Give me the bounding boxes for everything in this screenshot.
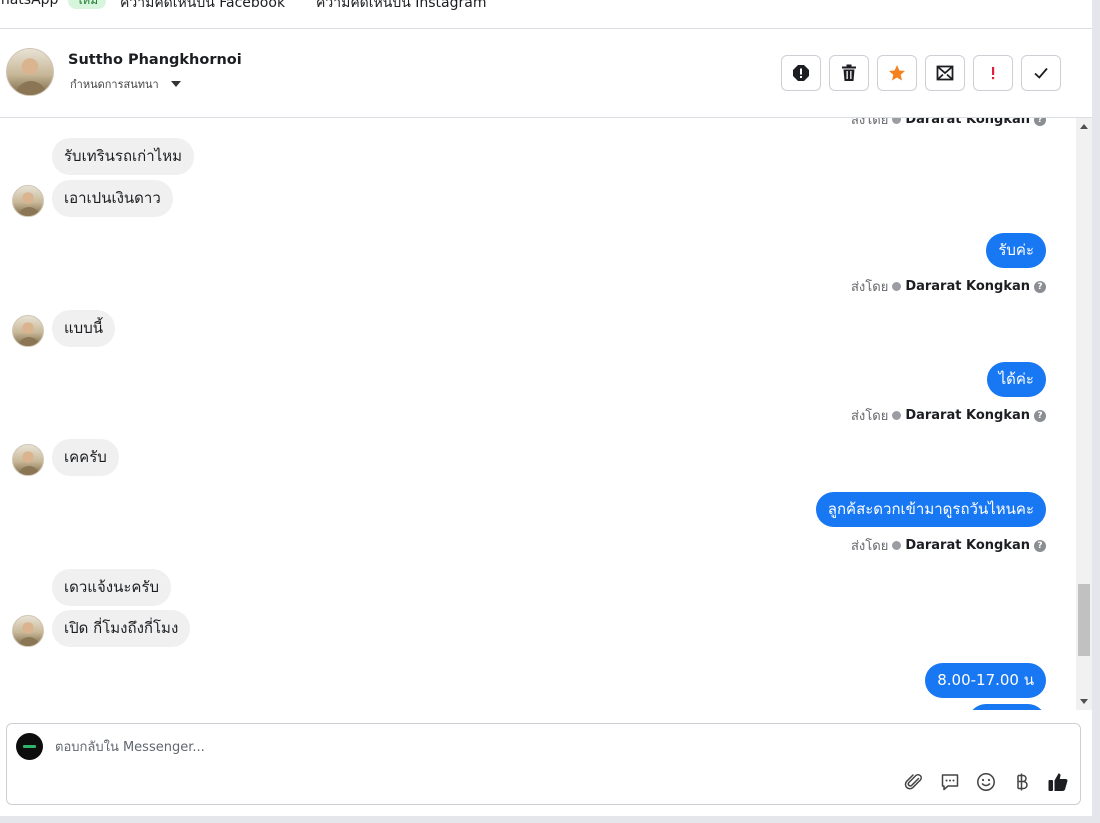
outgoing-message[interactable]: ได้ค่ะ [986,362,1046,397]
tab-instagram-comments[interactable]: ความคิดเห็นบน Instagram [316,0,487,14]
help-icon[interactable]: ? [1034,539,1046,552]
paperclip-icon [904,773,922,790]
incoming-message[interactable]: แบบนี้ [52,310,115,347]
exclamation-icon [992,67,995,80]
outgoing-message-partial [968,704,1046,710]
agent-name: Dararat Kongkan [905,408,1030,423]
sent-by-label: ส่งโดย Dararat Kongkan ? [851,405,1046,426]
sent-by-prefix: ส่งโดย [850,118,889,128]
saved-reply-icon [941,774,959,791]
sent-by-prefix: ส่งโดย [850,539,889,554]
contact-avatar-small [12,185,44,217]
header-actions [781,55,1061,91]
verified-icon [892,282,902,291]
scroll-thumb[interactable] [1078,584,1090,656]
contact-avatar-small [12,444,44,476]
verified-icon [892,541,902,550]
star-icon [889,65,905,81]
outgoing-message[interactable]: 8.00-17.00 น [925,663,1046,698]
baht-icon [1017,773,1028,791]
tab-label: ความคิดเห็นบน Instagram [316,0,487,11]
agent-name: Dararat Kongkan [905,118,1030,127]
mark-unread-button[interactable] [925,55,965,91]
like-button[interactable] [1046,770,1070,794]
payment-button[interactable] [1010,770,1034,794]
caret-down-icon [170,81,181,87]
sent-by-label: ส่งโดย Dararat Kongkan ? [851,535,1046,556]
assign-conversation-dropdown[interactable]: กำหนดการสนทนา [70,75,181,93]
mark-done-button[interactable] [1021,55,1061,91]
sent-by-prefix: ส่งโดย [850,280,889,295]
incoming-message[interactable]: เดวแจ้งนะครับ [52,569,171,606]
sent-by-label: ส่งโดย Dararat Kongkan ? [851,276,1046,297]
mark-important-button[interactable] [973,55,1013,91]
verified-icon [892,411,902,420]
help-icon[interactable]: ? [1034,118,1046,126]
page-avatar [16,733,43,760]
saved-replies-button[interactable] [938,770,962,794]
emoji-button[interactable] [974,770,998,794]
alert-icon [793,65,809,81]
emoji-icon [977,773,995,791]
scroll-down-arrow-icon[interactable] [1080,699,1088,704]
attach-button[interactable] [902,770,926,794]
check-icon [1034,67,1048,79]
composer-tools [902,770,1070,794]
delete-button[interactable] [829,55,869,91]
contact-avatar[interactable] [6,48,54,96]
star-button[interactable] [877,55,917,91]
help-icon[interactable]: ? [1034,409,1046,422]
reply-composer [6,723,1081,805]
sent-by-prefix: ส่งโดย [850,409,889,424]
tab-label: ความคิดเห็นบน Facebook [120,0,286,11]
message-scrollbar[interactable] [1076,118,1092,710]
incoming-message[interactable]: เอาเปนเงินดาว [52,180,173,217]
spam-button[interactable] [781,55,821,91]
agent-name: Dararat Kongkan [905,538,1030,553]
outgoing-message[interactable]: ลูกค้สะดวกเข้ามาดูรถวันไหนคะ [815,492,1046,527]
channel-tabs: WhatsApp ใหม่ ความคิดเห็นบน Facebook ความ… [0,0,1092,29]
outgoing-message[interactable]: รับค่ะ [986,233,1046,268]
bottom-edge [0,816,1100,823]
incoming-message[interactable]: เคครับ [52,439,119,476]
tab-label: WhatsApp [0,0,59,8]
message-thread: ส่งโดย Dararat Kongkan ? รับเทรินรถเก่าไ… [0,118,1076,710]
contact-avatar-small [12,315,44,347]
thumbs-up-icon [1048,773,1068,791]
trash-icon [842,64,856,81]
incoming-message[interactable]: รับเทรินรถเก่าไหม [52,138,194,175]
conversation-header: Suttho Phangkhornoi กำหนดการสนทนา [0,29,1092,118]
assign-label: กำหนดการสนทนา [70,78,159,91]
incoming-message[interactable]: เปิด กี่โมงถึงกี่โมง [52,610,191,647]
help-icon[interactable]: ? [1034,280,1046,293]
contact-avatar-small [12,615,44,647]
reply-input[interactable] [55,736,855,758]
right-edge [1092,0,1100,823]
contact-name[interactable]: Suttho Phangkhornoi [68,52,242,68]
mark-unread-icon [936,65,954,81]
new-badge: ใหม่ [68,0,107,9]
scroll-up-arrow-icon[interactable] [1080,124,1088,129]
tab-whatsapp[interactable]: WhatsApp ใหม่ [0,0,107,9]
agent-name: Dararat Kongkan [905,279,1030,294]
sent-by-label: ส่งโดย Dararat Kongkan ? [851,118,1046,130]
tab-facebook-comments[interactable]: ความคิดเห็นบน Facebook [120,0,285,14]
verified-icon [892,118,902,124]
